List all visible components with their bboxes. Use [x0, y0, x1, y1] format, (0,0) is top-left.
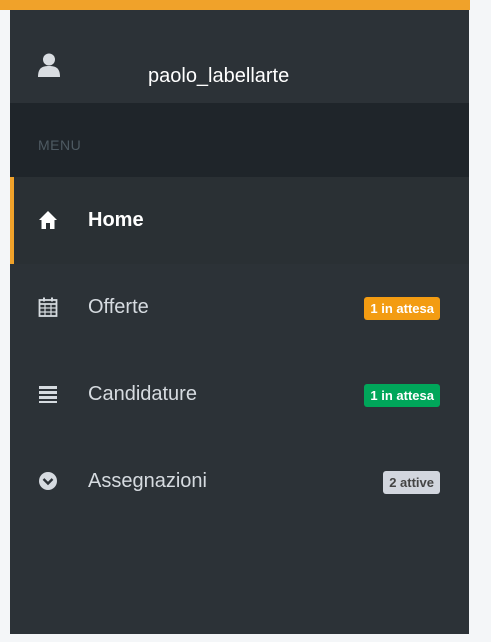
nav-item-label: Home [88, 209, 144, 231]
status-badge: 1 in attesa [364, 297, 440, 320]
menu-header-label: MENU [38, 137, 82, 153]
nav-item-home[interactable]: Home [10, 177, 469, 264]
nav-item-label: Assegnazioni [88, 470, 207, 492]
nav-item-assegnazioni[interactable]: Assegnazioni 2 attive [10, 438, 469, 525]
chevron-circle-down-icon [39, 472, 57, 490]
nav-item-label: Offerte [88, 296, 149, 318]
menu-header: MENU [10, 103, 469, 177]
user-panel: paolo_labellarte [10, 10, 469, 103]
username: paolo_labellarte [148, 65, 290, 87]
list-icon [39, 386, 57, 403]
nav-item-label: Candidature [88, 383, 197, 405]
calendar-icon [38, 297, 58, 317]
nav-item-candidature[interactable]: Candidature 1 in attesa [10, 351, 469, 438]
top-accent-bar [0, 0, 470, 10]
status-badge: 2 attive [383, 471, 440, 494]
sidebar: paolo_labellarte MENU Home Offerte 1 in … [10, 10, 469, 634]
nav-item-offerte[interactable]: Offerte 1 in attesa [10, 264, 469, 351]
status-badge: 1 in attesa [364, 384, 440, 407]
user-icon [38, 53, 60, 77]
home-icon [39, 211, 57, 229]
